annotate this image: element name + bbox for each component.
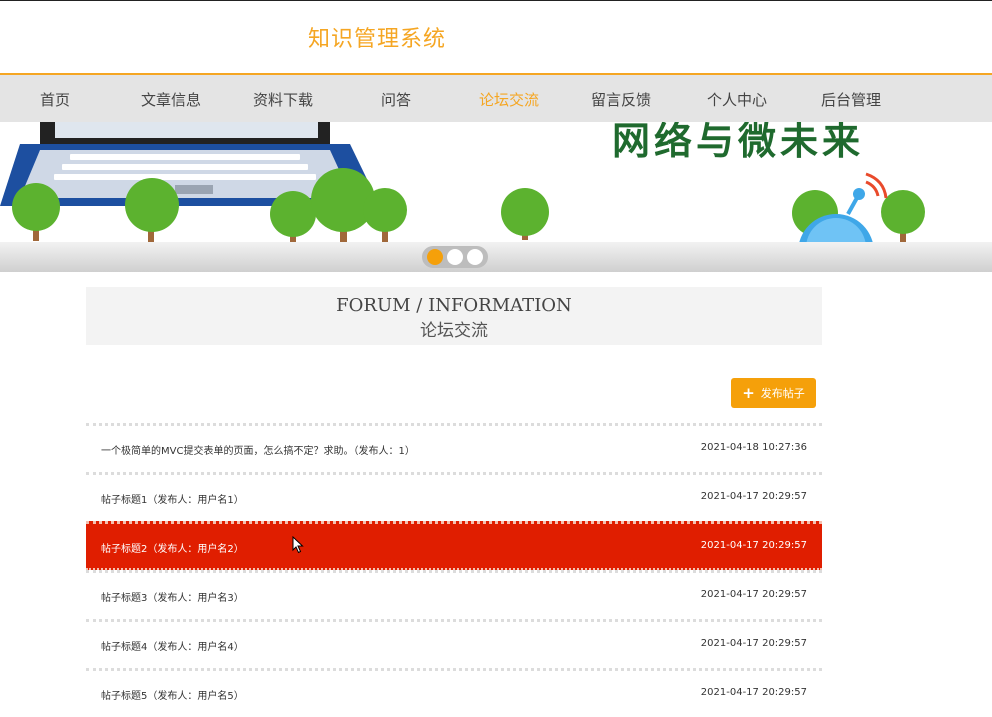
nav-item-feedback[interactable]: 留言反馈 [591, 89, 651, 110]
banner-floor [0, 242, 992, 272]
forum-post-list: 一个极简单的MVC提交表单的页面，怎么搞不定？求助。（发布人：1） 2021-0… [86, 423, 822, 717]
section-title-cn: 论坛交流 [420, 321, 488, 341]
post-row[interactable]: 帖子标题4（发布人：用户名4） 2021-04-17 20:29:57 [86, 619, 822, 668]
post-time: 2021-04-17 20:29:57 [700, 589, 807, 600]
site-title[interactable]: 知识管理系统 [308, 21, 446, 53]
header: 知识管理系统 [0, 1, 992, 73]
carousel-dot-2[interactable] [447, 249, 463, 265]
nav-item-qa[interactable]: 问答 [381, 89, 411, 110]
nav-item-admin[interactable]: 后台管理 [821, 89, 881, 110]
post-title[interactable]: 帖子标题3（发布人：用户名3） [101, 589, 244, 604]
main-nav: 首页 文章信息 资料下载 问答 论坛交流 留言反馈 个人中心 后台管理 [0, 73, 992, 122]
section-title-en: FORUM / INFORMATION [336, 295, 572, 316]
nav-item-articles[interactable]: 文章信息 [141, 89, 201, 110]
nav-item-forum[interactable]: 论坛交流 [479, 89, 539, 110]
carousel-dot-1[interactable] [427, 249, 443, 265]
nav-item-home[interactable]: 首页 [40, 89, 70, 110]
new-post-label: 发布帖子 [760, 387, 805, 400]
section-heading: FORUM / INFORMATION 论坛交流 [86, 287, 822, 345]
carousel-dot-3[interactable] [467, 249, 483, 265]
post-title[interactable]: 帖子标题5（发布人：用户名5） [101, 687, 244, 702]
nav-item-profile[interactable]: 个人中心 [707, 89, 767, 110]
post-time: 2021-04-18 10:27:36 [700, 442, 807, 453]
post-time: 2021-04-17 20:29:57 [700, 491, 807, 502]
post-title[interactable]: 帖子标题1（发布人：用户名1） [101, 491, 244, 506]
post-row[interactable]: 帖子标题5（发布人：用户名5） 2021-04-17 20:29:57 [86, 668, 822, 717]
post-row[interactable]: 帖子标题1（发布人：用户名1） 2021-04-17 20:29:57 [86, 472, 822, 521]
post-title[interactable]: 一个极简单的MVC提交表单的页面，怎么搞不定？求助。（发布人：1） [101, 442, 415, 457]
post-row[interactable]: 一个极简单的MVC提交表单的页面，怎么搞不定？求助。（发布人：1） 2021-0… [86, 423, 822, 472]
post-title[interactable]: 帖子标题2（发布人：用户名2） [101, 540, 244, 555]
banner-carousel[interactable]: 网络与微未来 [0, 122, 992, 272]
mouse-cursor-icon [292, 536, 304, 554]
post-time: 2021-04-17 20:29:57 [700, 687, 807, 698]
plus-icon: + [742, 383, 755, 402]
post-time: 2021-04-17 20:29:57 [700, 638, 807, 649]
banner-slogan: 网络与微未来 [612, 122, 865, 163]
post-title[interactable]: 帖子标题4（发布人：用户名4） [101, 638, 244, 653]
carousel-indicator [422, 246, 488, 268]
nav-item-downloads[interactable]: 资料下载 [253, 89, 313, 110]
new-post-button[interactable]: + 发布帖子 [731, 378, 816, 408]
post-time: 2021-04-17 20:29:57 [700, 540, 807, 551]
post-row-hovered[interactable]: 帖子标题2（发布人：用户名2） 2021-04-17 20:29:57 [86, 521, 822, 570]
post-row[interactable]: 帖子标题3（发布人：用户名3） 2021-04-17 20:29:57 [86, 570, 822, 619]
